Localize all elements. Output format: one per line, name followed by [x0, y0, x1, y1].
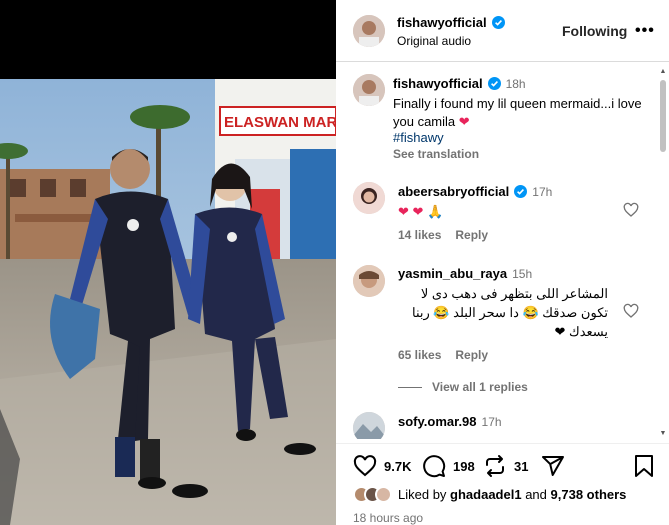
view-replies-label[interactable]: View all 1 replies: [432, 380, 528, 394]
comment-line: المشاعر اللى بتظهر فى دهب دى لا: [420, 286, 608, 301]
comment-like-heart-icon[interactable]: [623, 202, 639, 218]
comment-meta: 14 likes Reply: [398, 228, 488, 242]
post-timestamp[interactable]: 18 hours ago: [353, 511, 423, 525]
share-send-icon: [542, 456, 564, 476]
comment-action[interactable]: 198: [422, 454, 475, 478]
comments-scroll-area[interactable]: fishawyofficial 18h Finally i found my l…: [336, 63, 669, 439]
caption-body: Finally i found my lil queen mermaid...i…: [393, 96, 642, 129]
hashtag-link[interactable]: #fishawy: [393, 130, 444, 145]
caption-avatar[interactable]: [353, 74, 385, 106]
comment-meta: 65 likes Reply: [398, 348, 488, 362]
post-media[interactable]: ELASWAN MARKE: [0, 0, 336, 525]
caption-time: 18h: [505, 76, 526, 91]
scroll-up-arrow-icon[interactable]: ▲: [659, 68, 667, 76]
audio-label[interactable]: Original audio: [397, 34, 471, 48]
comment-line: تكون صدقك 😂 دا سحر البلد 😂 ربنا: [411, 305, 608, 320]
liked-by-row: Liked by ghadaadel1 and 9,738 others: [353, 486, 626, 503]
post-photo[interactable]: ELASWAN MARKE: [0, 79, 336, 525]
repost-icon: [486, 455, 504, 477]
reply-button[interactable]: Reply: [455, 228, 488, 242]
divider: [398, 386, 422, 388]
commenter-row: yasmin_abu_raya 15h: [398, 266, 532, 281]
likes-count: 9.7K: [384, 458, 412, 474]
liker-avatar[interactable]: [375, 486, 392, 503]
commenter-row: abeersabryofficial 17h: [398, 184, 552, 199]
comment-bubble-icon: [423, 455, 446, 478]
comment-likes[interactable]: 65 likes: [398, 348, 441, 362]
comment-text: المشاعر اللى بتظهر فى دهب دى لا تكون صدق…: [398, 284, 608, 341]
post-header: fishawyofficial Original audio Following…: [336, 0, 669, 62]
scrollbar[interactable]: ▲ ▼: [659, 68, 667, 438]
verified-badge-icon: [491, 16, 505, 29]
bookmark-icon: [635, 455, 653, 477]
see-translation-button[interactable]: See translation: [393, 147, 479, 161]
caption-username[interactable]: fishawyofficial: [393, 76, 483, 91]
view-replies-button[interactable]: View all 1 replies: [398, 380, 528, 394]
share-action[interactable]: [541, 454, 565, 478]
post-details-panel: fishawyofficial Original audio Following…: [336, 0, 669, 525]
comments-count: 198: [453, 458, 475, 474]
liked-by-others[interactable]: 9,738 others: [551, 487, 627, 502]
caption-text: Finally i found my lil queen mermaid...i…: [393, 95, 643, 131]
scrollbar-thumb[interactable]: [660, 80, 666, 152]
comment-likes[interactable]: 14 likes: [398, 228, 441, 242]
author-username-row: fishawyofficial: [397, 15, 505, 30]
comment-time: 15h: [512, 266, 533, 281]
heart-emoji: ❤: [458, 114, 470, 129]
repost-action[interactable]: 31: [483, 454, 528, 478]
reply-button[interactable]: Reply: [455, 348, 488, 362]
liked-by-user[interactable]: ghadaadel1: [450, 487, 522, 502]
shop-sign: ELASWAN MARKE: [224, 114, 336, 131]
commenter-username[interactable]: abeersabryofficial: [398, 184, 509, 199]
commenter-avatar[interactable]: [353, 182, 385, 214]
comment-line: يسعدك ❤: [554, 324, 608, 339]
comment-time: 17h: [532, 184, 553, 199]
comment-text: ❤ ❤ 🙏: [398, 204, 444, 219]
author-avatar[interactable]: [353, 15, 385, 47]
commenter-username[interactable]: yasmin_abu_raya: [398, 266, 507, 281]
post-viewer: ELASWAN MARKE: [0, 0, 669, 525]
save-action[interactable]: [633, 454, 655, 478]
reposts-count: 31: [514, 458, 529, 474]
caption-username-row: fishawyofficial 18h: [393, 76, 526, 91]
verified-badge-icon: [514, 185, 528, 198]
more-options-icon[interactable]: •••: [635, 22, 655, 40]
liked-by-text: Liked by ghadaadel1 and 9,738 others: [398, 487, 626, 502]
liked-by-prefix: Liked by: [398, 487, 447, 502]
like-heart-icon: [353, 455, 377, 477]
commenter-username[interactable]: sofy.omar.98: [398, 414, 477, 429]
comment-time: 17h: [481, 414, 502, 429]
following-button[interactable]: Following: [562, 23, 627, 39]
verified-badge-icon: [487, 77, 501, 90]
couple-photo-illustration: ELASWAN MARKE: [0, 79, 336, 525]
scroll-down-arrow-icon[interactable]: ▼: [659, 430, 667, 438]
like-action[interactable]: 9.7K: [353, 454, 411, 478]
comment-like-heart-icon[interactable]: [623, 303, 639, 319]
commenter-avatar[interactable]: [353, 412, 385, 439]
author-username[interactable]: fishawyofficial: [397, 15, 487, 30]
liked-by-and: and: [525, 487, 547, 502]
post-actions: 9.7K 198 31 Liked by ghadaadel1 and 9,73…: [336, 443, 669, 525]
commenter-row: sofy.omar.98 17h: [398, 414, 502, 429]
commenter-avatar[interactable]: [353, 265, 385, 297]
